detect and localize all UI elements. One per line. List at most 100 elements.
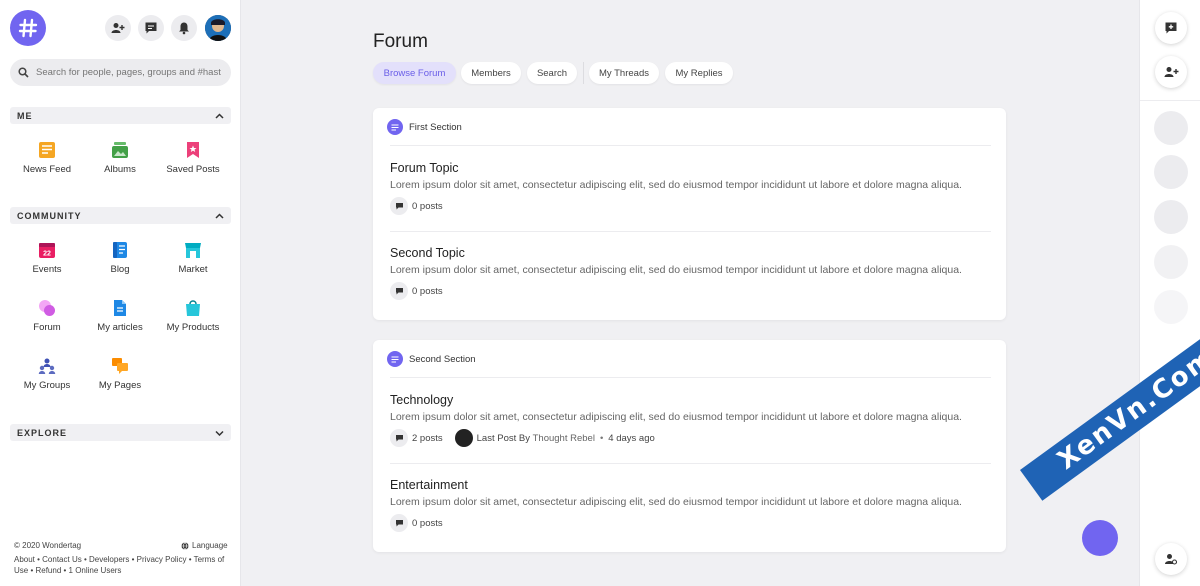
- section-title: First Section: [409, 121, 462, 133]
- contact-placeholder: [1154, 111, 1188, 145]
- tab-browse-forum[interactable]: Browse Forum: [373, 62, 456, 84]
- community-section-title: COMMUNITY: [17, 210, 82, 221]
- copyright: © 2020 Wondertag: [14, 541, 82, 550]
- forum-section-card: First Section Forum Topic Lorem ipsum do…: [373, 108, 1006, 320]
- topic-meta: 0 posts: [390, 197, 991, 215]
- tab-my-threads[interactable]: My Threads: [589, 62, 659, 84]
- topic-description: Lorem ipsum dolor sit amet, consectetur …: [390, 264, 962, 276]
- community-section-header[interactable]: COMMUNITY: [10, 207, 231, 224]
- contact-placeholder: [1154, 200, 1188, 234]
- user-avatar[interactable]: [205, 15, 231, 41]
- search-icon: [18, 67, 29, 78]
- section-header[interactable]: First Section: [387, 119, 462, 135]
- globe-icon: [181, 541, 189, 550]
- posts-count: 0 posts: [412, 285, 443, 297]
- page-title: Forum: [373, 31, 428, 52]
- me-section-title: ME: [17, 110, 33, 121]
- sidebar-item-label: News Feed: [22, 164, 72, 175]
- topic-description: Lorem ipsum dolor sit amet, consectetur …: [390, 496, 962, 508]
- add-group-icon: [1164, 67, 1179, 77]
- posts-count: 2 posts: [412, 432, 443, 444]
- explore-section-header[interactable]: EXPLORE: [10, 424, 231, 441]
- sidebar-item-forum[interactable]: Forum: [10, 299, 84, 333]
- albums-icon: [112, 142, 128, 158]
- divider: [390, 145, 991, 146]
- create-post-button[interactable]: [1155, 12, 1187, 44]
- sidebar-item-market[interactable]: Market: [156, 241, 230, 275]
- posts-count: 0 posts: [412, 517, 443, 529]
- sidebar-item-my-articles[interactable]: My articles: [83, 299, 157, 333]
- sidebar-item-label: Market: [178, 264, 208, 275]
- tab-my-replies[interactable]: My Replies: [665, 62, 733, 84]
- contact-placeholder: [1154, 290, 1188, 324]
- forum-topic[interactable]: Technology Lorem ipsum dolor sit amet, c…: [390, 393, 991, 447]
- tab-members[interactable]: Members: [461, 62, 521, 84]
- sidebar-item-albums[interactable]: Albums: [83, 141, 157, 175]
- find-people-button[interactable]: [1155, 543, 1187, 575]
- sidebar-item-my-products[interactable]: My Products: [156, 299, 230, 333]
- topic-title[interactable]: Second Topic: [390, 246, 991, 260]
- svg-text:22: 22: [43, 251, 51, 258]
- hashtag-icon: [18, 18, 38, 38]
- avatar-image: [205, 15, 231, 41]
- sidebar-item-events[interactable]: 22 Events: [10, 241, 84, 275]
- floating-action-button[interactable]: [1082, 520, 1118, 556]
- add-user-icon: [111, 23, 125, 33]
- search-bar[interactable]: [10, 59, 231, 86]
- divider: [390, 377, 991, 378]
- contact-placeholder: [1154, 155, 1188, 189]
- last-post-user[interactable]: Thought Rebel: [533, 433, 595, 444]
- posts-icon: [390, 197, 408, 215]
- chevron-up-icon: [215, 212, 224, 219]
- posts-icon: [390, 429, 408, 447]
- contact-placeholder: [1154, 245, 1188, 279]
- forum-topic[interactable]: Forum Topic Lorem ipsum dolor sit amet, …: [390, 161, 991, 215]
- sidebar-item-news-feed[interactable]: News Feed: [10, 141, 84, 175]
- app-logo[interactable]: [10, 10, 46, 46]
- sidebar-item-label: My Pages: [98, 380, 142, 391]
- posts-icon: [390, 282, 408, 300]
- topic-title[interactable]: Forum Topic: [390, 161, 991, 175]
- add-friends-button[interactable]: [1155, 56, 1187, 88]
- sidebar-item-my-pages[interactable]: My Pages: [83, 357, 157, 391]
- add-friend-button[interactable]: [105, 15, 131, 41]
- forum-topic[interactable]: Entertainment Lorem ipsum dolor sit amet…: [390, 478, 991, 532]
- forum-section-card: Second Section Technology Lorem ipsum do…: [373, 340, 1006, 552]
- events-icon: 22: [39, 243, 55, 258]
- saved-posts-icon: [187, 142, 199, 158]
- sidebar-item-label: Forum: [33, 322, 61, 333]
- tab-search[interactable]: Search: [527, 62, 577, 84]
- section-title: Second Section: [409, 353, 476, 365]
- sidebar-item-label: Albums: [104, 164, 136, 175]
- bell-icon: [179, 22, 189, 35]
- sidebar-item-my-groups[interactable]: My Groups: [10, 357, 84, 391]
- notifications-button[interactable]: [171, 15, 197, 41]
- section-icon: [387, 351, 403, 367]
- topic-title[interactable]: Technology: [390, 393, 991, 407]
- forum-icon: [39, 300, 55, 316]
- sidebar-item-blog[interactable]: Blog: [83, 241, 157, 275]
- pages-icon: [112, 358, 128, 374]
- last-poster-avatar[interactable]: [454, 429, 473, 447]
- topic-description: Lorem ipsum dolor sit amet, consectetur …: [390, 179, 962, 191]
- topic-description: Lorem ipsum dolor sit amet, consectetur …: [390, 411, 962, 423]
- divider: [390, 463, 991, 464]
- divider: [1140, 100, 1200, 101]
- sidebar-item-saved-posts[interactable]: Saved Posts: [156, 141, 230, 175]
- me-section-header[interactable]: ME: [10, 107, 231, 124]
- blog-icon: [113, 242, 127, 258]
- chevron-up-icon: [215, 112, 224, 119]
- forum-topic[interactable]: Second Topic Lorem ipsum dolor sit amet,…: [390, 246, 991, 300]
- sidebar-item-label: My Products: [166, 322, 220, 333]
- messages-button[interactable]: [138, 15, 164, 41]
- footer-links[interactable]: About • Contact Us • Developers • Privac…: [14, 554, 229, 576]
- language-selector[interactable]: Language: [181, 541, 228, 550]
- search-input[interactable]: [36, 67, 221, 78]
- topic-title[interactable]: Entertainment: [390, 478, 991, 492]
- right-sidebar: [1139, 0, 1200, 586]
- section-header[interactable]: Second Section: [387, 351, 476, 367]
- explore-section-title: EXPLORE: [17, 427, 68, 438]
- left-sidebar: ME News Feed Albums Saved Posts COMMUNIT…: [0, 0, 241, 586]
- search-user-icon: [1165, 554, 1178, 565]
- meta-separator: •: [599, 432, 604, 444]
